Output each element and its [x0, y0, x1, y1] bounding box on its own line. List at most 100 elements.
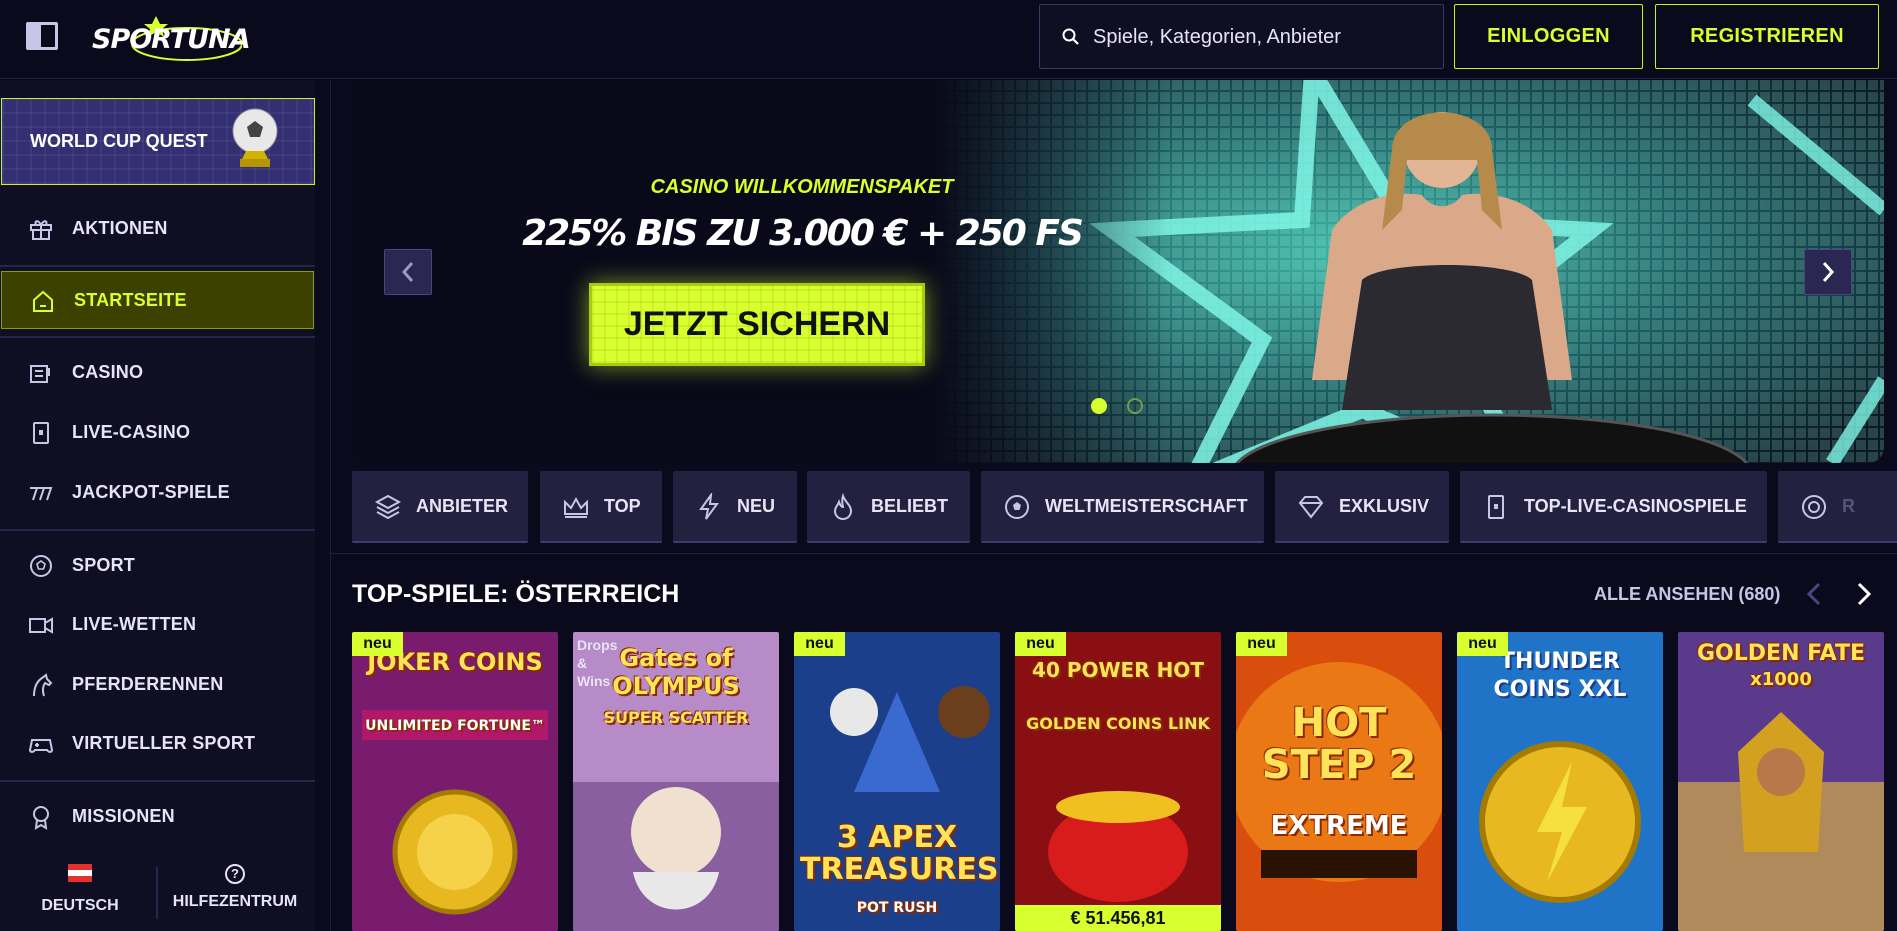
claim-bonus-button[interactable]: JETZT SICHERN — [589, 283, 925, 366]
game-tile[interactable]: GOLDEN FATE x1000 — [1678, 632, 1884, 931]
game-tile[interactable]: 40 POWER HOT GOLDEN COINS LINK neu € 51.… — [1015, 632, 1221, 931]
question-icon: ? — [225, 864, 245, 884]
hero-prev-button[interactable] — [384, 249, 432, 295]
sidebar-toggle-icon[interactable] — [26, 22, 58, 50]
roulette-icon — [1802, 495, 1826, 519]
gamepad-icon — [28, 739, 54, 753]
logo-text: SPORTUNA — [92, 24, 251, 55]
video-camera-icon — [29, 617, 53, 634]
world-cup-quest-banner[interactable]: WORLD CUP QUEST — [1, 98, 315, 185]
game-tile[interactable]: THUNDER COINS XXL neu — [1457, 632, 1663, 931]
filter-top[interactable]: TOP — [540, 471, 662, 543]
filter-label: WELTMEISTERSCHAFT — [1045, 495, 1248, 516]
hero-banner[interactable]: CASINO WILLKOMMENSPAKET 225% BIS ZU 3.00… — [352, 80, 1884, 463]
soccer-ball-icon — [30, 555, 52, 577]
lightning-icon — [699, 493, 719, 520]
game-tile[interactable]: JOKER COINS UNLIMITED FORTUNE™ neu — [352, 632, 558, 931]
sidebar-item-aktionen[interactable]: AKTIONEN — [0, 201, 315, 255]
filter-beliebt[interactable]: BELIEBT — [807, 471, 970, 543]
chevron-left-icon[interactable] — [1803, 580, 1827, 608]
triple-seven-icon — [30, 487, 53, 501]
help-center-link[interactable]: ? HILFEZENTRUM — [170, 864, 300, 911]
divider — [330, 80, 331, 931]
sidebar-item-label: STARTSEITE — [74, 289, 187, 310]
sidebar-item-pferderennen[interactable]: PFERDERENNEN — [0, 657, 315, 711]
see-all-link[interactable]: ALLE ANSEHEN (680) — [1594, 584, 1780, 605]
filter-top-live-casinospiele[interactable]: TOP-LIVE-CASINOSPIELE — [1460, 471, 1767, 543]
horse-icon — [33, 673, 53, 697]
game-tiles: JOKER COINS UNLIMITED FORTUNE™ neu Gates… — [352, 632, 1897, 931]
search-input[interactable] — [1093, 19, 1423, 55]
sidebar-item-label: JACKPOT-SPIELE — [72, 481, 230, 502]
filter-label: EXKLUSIV — [1339, 495, 1430, 516]
divider — [156, 867, 158, 919]
filter-weltmeisterschaft[interactable]: WELTMEISTERSCHAFT — [981, 471, 1264, 543]
logo[interactable]: SPORTUNA — [92, 14, 251, 64]
register-button[interactable]: REGISTRIEREN — [1655, 4, 1879, 69]
new-badge: neu — [794, 632, 845, 656]
divider — [0, 780, 315, 782]
login-button[interactable]: EINLOGGEN — [1454, 4, 1643, 69]
game-tile[interactable]: HOT STEP 2 EXTREME neu — [1236, 632, 1442, 931]
help-label: HILFEZENTRUM — [172, 893, 298, 910]
search-icon — [1062, 28, 1079, 45]
game-tile[interactable]: 3 APEX TREASURES POT RUSH neu — [794, 632, 1000, 931]
game-title: HOT STEP 2 — [1261, 700, 1417, 788]
filter-label: BELIEBT — [871, 495, 949, 516]
category-filters: ANBIETER TOP NEU BELIEBT WELTMEISTERSCHA… — [352, 471, 1897, 543]
sidebar-footer: DEUTSCH ? HILFEZENTRUM — [0, 855, 315, 931]
language-label: DEUTSCH — [41, 897, 119, 914]
filter-label: R — [1842, 495, 1855, 516]
playing-card-icon — [1488, 495, 1504, 519]
game-title: THUNDER COINS XXL — [1493, 649, 1627, 702]
jackpot-amount: € 51.456,81 — [1015, 905, 1221, 931]
game-subtitle: POT RUSH — [856, 900, 938, 916]
game-title: GOLDEN FATE — [1697, 641, 1865, 666]
austria-flag-icon — [68, 864, 92, 882]
new-badge: neu — [352, 632, 403, 656]
game-subtitle: x1000 — [1750, 669, 1812, 690]
chevron-right-icon[interactable] — [1851, 580, 1875, 608]
divider — [0, 265, 315, 267]
carousel-dot-2[interactable] — [1127, 398, 1143, 414]
game-artwork — [352, 632, 558, 931]
divider — [0, 336, 315, 338]
carousel-dots — [1091, 398, 1163, 419]
medal-icon — [33, 806, 49, 830]
search-box[interactable] — [1039, 4, 1444, 69]
sidebar-item-missionen[interactable]: MISSIONEN — [0, 789, 315, 843]
sidebar-item-sport[interactable]: SPORT — [0, 538, 315, 592]
soccer-ball-icon — [1005, 495, 1029, 519]
sidebar-item-label: SPORT — [72, 554, 136, 575]
hero-artwork — [932, 80, 1884, 463]
hero-subtitle: CASINO WILLKOMMENSPAKET — [650, 176, 954, 198]
language-selector[interactable]: DEUTSCH — [28, 864, 132, 915]
game-subtitle: EXTREME — [1270, 811, 1408, 841]
flame-icon — [833, 493, 853, 521]
filter-label: NEU — [737, 495, 776, 516]
layers-icon — [374, 494, 402, 520]
filter-neu[interactable]: NEU — [673, 471, 797, 543]
divider — [0, 529, 315, 531]
game-tile[interactable]: Gates of OLYMPUS SUPER SCATTER Drops & W… — [573, 632, 779, 931]
divider — [331, 553, 1897, 554]
filter-roulette[interactable]: R — [1778, 471, 1897, 543]
drops-wins-label: Drops & Wins — [577, 637, 618, 689]
sidebar-item-live-casino[interactable]: LIVE-CASINO — [0, 405, 315, 459]
hero-next-button[interactable] — [1804, 249, 1852, 295]
filter-exklusiv[interactable]: EXKLUSIV — [1275, 471, 1449, 543]
carousel-dot-1[interactable] — [1091, 398, 1107, 414]
filter-label: ANBIETER — [416, 495, 509, 516]
sidebar-item-jackpot-spiele[interactable]: JACKPOT-SPIELE — [0, 465, 315, 519]
crown-icon — [564, 496, 588, 518]
sidebar-item-startseite[interactable]: STARTSEITE — [1, 271, 314, 329]
sidebar-item-label: CASINO — [72, 361, 144, 382]
sidebar-item-label: PFERDERENNEN — [72, 673, 224, 694]
sidebar-item-label: AKTIONEN — [72, 217, 168, 238]
top-bar: SPORTUNA EINLOGGEN REGISTRIEREN — [0, 0, 1897, 79]
filter-anbieter[interactable]: ANBIETER — [352, 471, 528, 543]
sidebar-item-casino[interactable]: CASINO — [0, 345, 315, 399]
sidebar-item-live-wetten[interactable]: LIVE-WETTEN — [0, 597, 315, 651]
sidebar-item-virtueller-sport[interactable]: VIRTUELLER SPORT — [0, 716, 315, 770]
gift-icon — [30, 220, 52, 240]
